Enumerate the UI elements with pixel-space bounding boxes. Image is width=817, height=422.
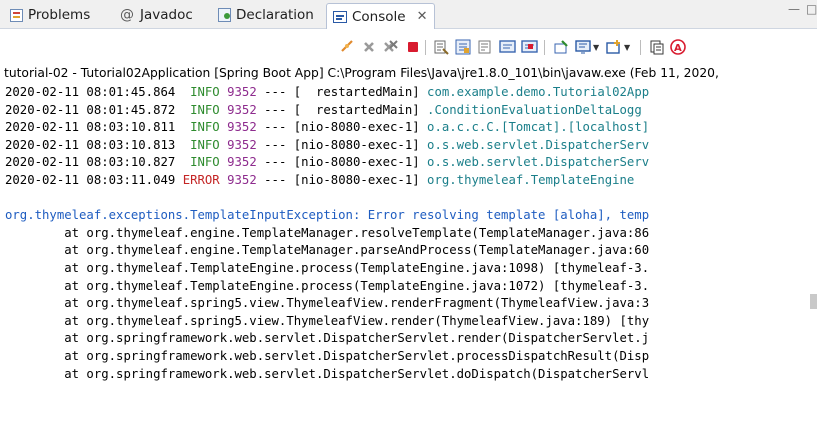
tab-console[interactable]: Console ✕ <box>326 3 435 29</box>
log-thread: [nio-8080-exec-1] <box>293 120 420 135</box>
log-separator: --- <box>264 85 287 99</box>
remove-launch-icon[interactable] <box>360 38 378 56</box>
log-level: INFO <box>190 102 220 117</box>
log-level: INFO <box>190 120 220 135</box>
tab-problems-label: Problems <box>28 7 91 23</box>
stack-trace-line: at org.thymeleaf.engine.TemplateManager.… <box>5 243 650 258</box>
tab-declaration[interactable]: Declaration <box>218 4 314 26</box>
log-logger: .ConditionEvaluationDeltaLogg <box>427 102 642 117</box>
log-line: 2020-02-11 08:03:10.811 INFO 9352 --- [n… <box>5 119 649 136</box>
log-logger: o.s.web.servlet.DispatcherServ <box>427 155 650 170</box>
tab-console-label: Console <box>352 8 406 25</box>
log-line: 2020-02-11 08:01:45.872 INFO 9352 --- [ … <box>5 102 642 119</box>
tab-declaration-label: Declaration <box>236 7 314 23</box>
log-level: INFO <box>190 155 220 170</box>
log-thread: [ restartedMain] <box>293 85 420 99</box>
toolbar-separator <box>544 40 545 55</box>
log-timestamp: 2020-02-11 08:03:10.827 <box>5 155 176 170</box>
maximize-icon[interactable]: □ <box>806 2 817 16</box>
scrollbar-thumb[interactable] <box>810 294 817 309</box>
open-console-icon[interactable] <box>605 38 623 56</box>
console-output[interactable]: 2020-02-11 08:01:45.864 INFO 9352 --- [ … <box>5 84 817 422</box>
process-title: tutorial-02 - Tutorial02Application [Spr… <box>4 66 719 80</box>
log-timestamp: 2020-02-11 08:03:11.049 <box>5 173 176 187</box>
log-timestamp: 2020-02-11 08:03:10.813 <box>5 137 176 152</box>
log-pid: 9352 <box>227 85 257 99</box>
log-level: INFO <box>190 137 220 152</box>
clear-console-icon[interactable] <box>432 38 450 56</box>
stack-trace-line: at org.thymeleaf.TemplateEngine.process(… <box>5 278 650 293</box>
view-tab-bar: Problems @ Javadoc Declaration Console ✕… <box>0 0 817 29</box>
stack-trace-line: at org.thymeleaf.spring5.view.ThymeleafV… <box>5 313 650 328</box>
link-icon[interactable] <box>338 38 356 56</box>
log-thread: [nio-8080-exec-1] <box>293 173 420 187</box>
close-icon[interactable]: ✕ <box>417 9 428 24</box>
log-separator: --- <box>264 155 287 170</box>
tab-javadoc[interactable]: @ Javadoc <box>119 4 193 26</box>
stack-trace-line: at org.springframework.web.servlet.Dispa… <box>5 349 650 363</box>
log-separator: --- <box>264 120 287 135</box>
log-line: 2020-02-11 08:03:10.813 INFO 9352 --- [n… <box>5 137 649 154</box>
log-pid: 9352 <box>227 102 257 117</box>
log-line: 2020-02-11 08:03:10.827 INFO 9352 --- [n… <box>5 154 649 171</box>
chevron-down-icon[interactable]: ▼ <box>593 43 599 52</box>
log-separator: --- <box>264 137 287 152</box>
show-stdout-icon[interactable] <box>498 38 516 56</box>
exception-message: org.thymeleaf.exceptions.TemplateInputEx… <box>5 208 650 223</box>
stack-trace-line: at org.thymeleaf.engine.TemplateManager.… <box>5 225 650 240</box>
log-line: 2020-02-11 08:03:11.049 ERROR 9352 --- [… <box>5 172 634 189</box>
toolbar-separator <box>425 40 426 55</box>
chevron-down-icon[interactable]: ▼ <box>624 43 630 52</box>
copy-icon[interactable] <box>648 38 666 56</box>
stack-trace-line: at org.springframework.web.servlet.Dispa… <box>5 331 650 346</box>
declaration-icon <box>218 8 231 22</box>
log-separator: --- <box>264 102 287 117</box>
log-timestamp: 2020-02-11 08:01:45.864 <box>5 85 176 99</box>
log-logger: com.example.demo.Tutorial02App <box>427 85 650 99</box>
scroll-lock-icon[interactable] <box>454 38 472 56</box>
log-timestamp: 2020-02-11 08:03:10.811 <box>5 120 176 135</box>
log-thread: [nio-8080-exec-1] <box>293 137 420 152</box>
display-console-icon[interactable] <box>574 38 592 56</box>
javadoc-icon: @ <box>120 7 134 23</box>
console-toolbar: ▼ ▼ A <box>0 29 817 67</box>
pin-console-icon[interactable] <box>552 38 570 56</box>
log-pid: 9352 <box>227 137 257 152</box>
log-timestamp: 2020-02-11 08:01:45.872 <box>5 102 176 117</box>
stack-trace-line: at org.thymeleaf.spring5.view.ThymeleafV… <box>5 296 650 311</box>
problems-icon <box>10 8 23 22</box>
log-level: INFO <box>190 85 220 99</box>
stack-trace-line: at org.thymeleaf.TemplateEngine.process(… <box>5 261 650 275</box>
show-stderr-icon[interactable] <box>520 38 538 56</box>
stack-trace-line: at org.springframework.web.servlet.Dispa… <box>5 366 650 381</box>
log-logger: o.a.c.c.C.[Tomcat].[localhost] <box>427 120 650 135</box>
log-line: 2020-02-11 08:01:45.864 INFO 9352 --- [ … <box>5 84 649 101</box>
log-level: ERROR <box>182 173 220 187</box>
tab-problems[interactable]: Problems <box>10 4 90 26</box>
log-thread: [nio-8080-exec-1] <box>293 155 420 170</box>
console-icon <box>333 11 347 23</box>
log-pid: 9352 <box>227 120 257 135</box>
log-thread: [ restartedMain] <box>293 102 420 117</box>
search-icon[interactable]: A <box>669 38 687 56</box>
terminate-icon[interactable] <box>404 38 422 56</box>
toolbar-separator <box>640 40 641 55</box>
log-logger: org.thymeleaf.TemplateEngine <box>427 173 635 187</box>
minimize-icon[interactable]: — <box>788 2 800 16</box>
log-pid: 9352 <box>227 155 257 170</box>
word-wrap-icon[interactable] <box>476 38 494 56</box>
log-pid: 9352 <box>227 173 257 187</box>
tab-javadoc-label: Javadoc <box>140 7 193 23</box>
log-separator: --- <box>264 173 287 187</box>
log-logger: o.s.web.servlet.DispatcherServ <box>427 137 650 152</box>
remove-all-terminated-icon[interactable] <box>382 38 400 56</box>
svg-text:A: A <box>674 43 682 54</box>
